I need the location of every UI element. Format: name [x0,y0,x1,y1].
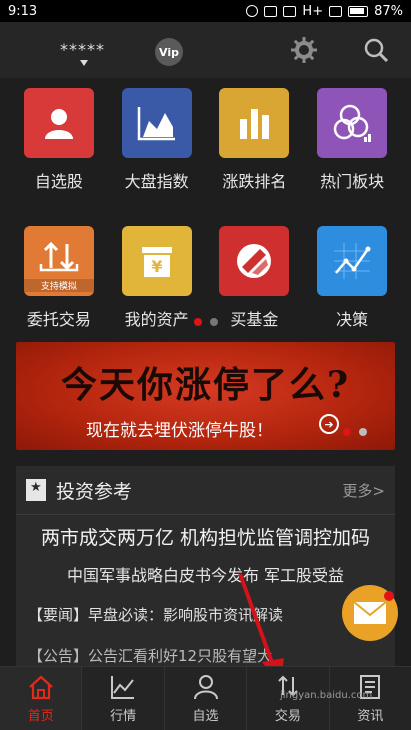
vibrate-icon [264,5,278,17]
battery-icon [348,5,369,17]
account-switcher[interactable]: ***** [14,30,134,70]
unread-dot [384,591,394,601]
investment-reference-card: 投资参考 更多> 两市成交两万亿 机构担忧监管调控加码 中国军事战略白皮书今发布… [16,466,395,676]
function-grid: 自选股 大盘指数 涨跌排名 热门板块 支持模拟 委托交易 ¥ 我的资产 买基金 … [0,88,411,330]
search-icon[interactable] [362,36,390,64]
tile-label: 大盘指数 [124,172,189,191]
simulation-badge: 支持模拟 [23,279,94,292]
tile-my-assets[interactable]: ¥ 我的资产 [112,226,202,330]
chevron-down-icon [80,60,88,66]
person-icon [193,675,218,700]
card-header: 投资参考 更多> [16,466,395,514]
headline-news[interactable]: 两市成交两万亿 机构担忧监管调控加码 [16,523,395,550]
bar-chart-icon [219,88,290,158]
nav-label: 交易 [274,709,301,724]
page-dot[interactable] [209,318,218,326]
nav-label: 行情 [110,709,137,724]
sub-headline-news[interactable]: 中国军事战略白皮书今发布 军工股受益 [16,562,395,586]
nav-label: 自选 [192,709,219,724]
network-type: H+ [302,3,324,19]
banner-headline: 今天你涨停了么? [60,364,351,406]
tile-hot-sectors[interactable]: 热门板块 [307,88,397,192]
app-header: ***** Vip [0,22,411,78]
home-icon [28,675,53,700]
wifi-icon [283,5,297,17]
vip-badge[interactable]: Vip [155,38,183,66]
page-dot-active [193,318,202,326]
tile-label: 涨跌排名 [222,172,287,191]
watermark: jingyan.baidu.com [280,690,373,701]
banner-dot[interactable] [359,428,367,436]
list-item[interactable]: 【要闻】早盘必读：影响股市资讯解读 [16,604,395,625]
chart-icon [111,676,135,699]
alarm-icon [246,5,259,17]
arrow-right-icon[interactable]: ➔ [319,414,339,434]
nav-market[interactable]: 行情 [82,667,165,730]
tile-label: 热门板块 [320,172,385,191]
status-bar: 9:13 H+ 87% [0,0,411,22]
nav-home[interactable]: 首页 [0,667,83,730]
banner-page-indicator [343,428,367,436]
nav-label: 资讯 [357,709,384,724]
tile-rankings[interactable]: 涨跌排名 [209,88,299,192]
area-chart-icon [121,88,192,158]
trade-icon: 支持模拟 [23,226,94,296]
message-button[interactable] [342,585,398,641]
card-title: 投资参考 [56,480,133,503]
mail-icon [353,601,387,624]
fund-icon [219,226,290,296]
bubbles-icon [317,88,388,158]
svg-text:¥: ¥ [151,257,162,276]
signal-icon [329,5,343,17]
list-item[interactable]: 【公告】公告汇看利好12只股有望大 [16,645,395,666]
grid-page-indicator [0,318,411,326]
bookmark-star-icon [26,479,46,501]
divider [16,514,395,515]
user-icon [23,88,94,158]
decision-chart-icon [317,226,388,296]
gear-icon[interactable] [290,36,318,64]
tile-market-index[interactable]: 大盘指数 [112,88,202,192]
promo-banner[interactable]: 今天你涨停了么? 现在就去埋伏涨停牛股！ ➔ [16,342,395,450]
status-time: 9:13 [8,3,38,19]
more-link[interactable]: 更多> [342,480,385,501]
tile-watchlist[interactable]: 自选股 [14,88,104,192]
banner-subline: 现在就去埋伏涨停牛股！ [86,421,273,441]
tile-label: 自选股 [34,172,83,191]
tile-trade[interactable]: 支持模拟 委托交易 [14,226,104,330]
nav-label: 首页 [27,709,54,724]
nav-watchlist[interactable]: 自选 [165,667,248,730]
banner-dot-active [343,428,351,436]
yen-icon: ¥ [121,226,192,296]
battery-percent: 87% [374,3,403,19]
tile-buy-fund[interactable]: 买基金 [209,226,299,330]
tile-decision[interactable]: 决策 [307,226,397,330]
account-name: ***** [60,40,105,59]
